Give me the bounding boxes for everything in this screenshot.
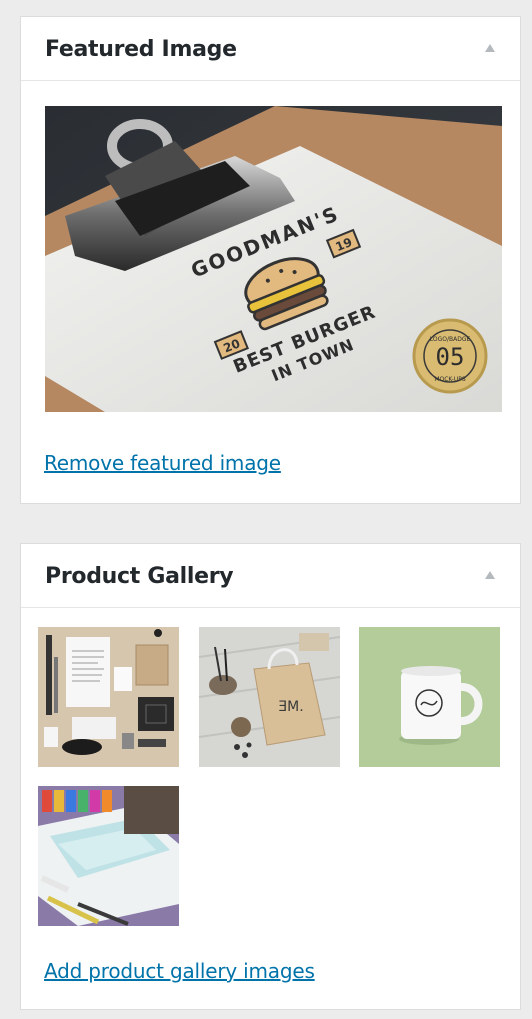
triangle-up-icon[interactable] (484, 570, 496, 580)
product-gallery-panel: Product Gallery ƎM. Add product gallery … (20, 543, 521, 1010)
featured-image-header[interactable]: Featured Image (21, 17, 520, 81)
triangle-up-icon[interactable] (484, 43, 496, 53)
product-gallery-title: Product Gallery (45, 564, 234, 589)
gallery-thumb-art-supplies[interactable] (38, 786, 179, 926)
gallery-thumb-stationery[interactable] (38, 627, 179, 767)
featured-image-thumbnail[interactable]: GOODMAN'S BEST BURGER IN TOWN 20 19 05 L… (45, 106, 502, 412)
badge-number: 05 (436, 343, 465, 371)
gallery-thumb-paper-bag[interactable]: ƎM. (199, 627, 340, 767)
badge-bottom: MOCK-UPS (434, 376, 466, 383)
add-product-gallery-images-link[interactable]: Add product gallery images (44, 959, 315, 983)
product-gallery-header[interactable]: Product Gallery (21, 544, 520, 608)
badge-top: LOGO/BADGE (430, 336, 471, 343)
featured-image-panel: Featured Image GOODMAN'S BEST BURGER IN … (20, 16, 521, 504)
remove-featured-image-link[interactable]: Remove featured image (44, 451, 281, 475)
gallery-thumb-mug[interactable] (359, 627, 500, 767)
featured-image-title: Featured Image (45, 37, 237, 62)
bag-logo: ƎM. (278, 699, 303, 715)
